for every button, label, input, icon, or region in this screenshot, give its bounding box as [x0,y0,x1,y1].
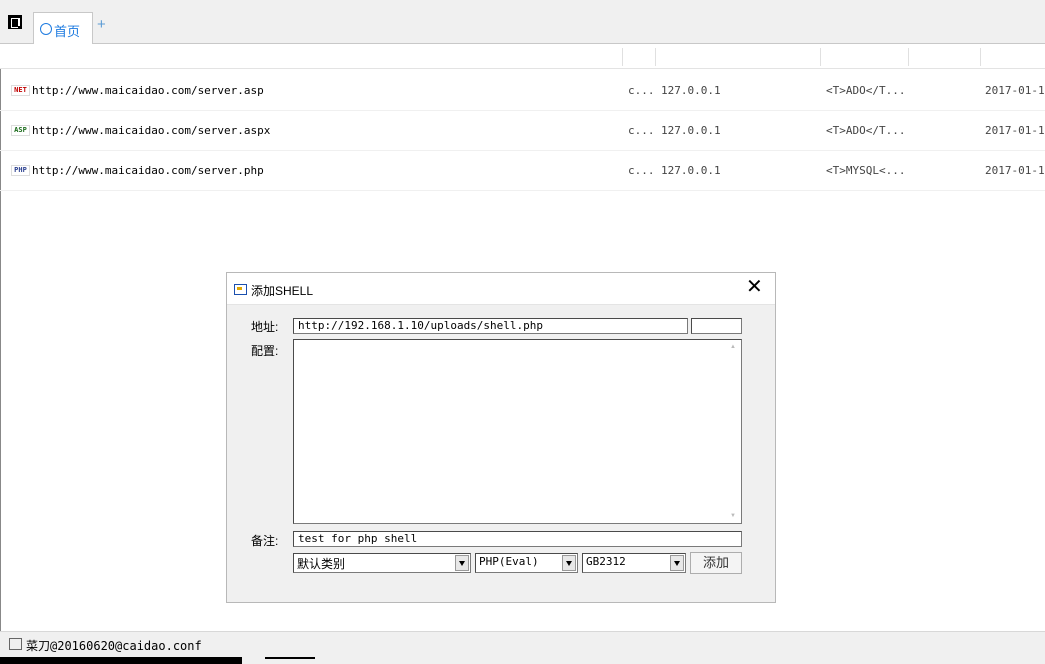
terminal-strip [0,657,242,664]
encoding-value: GB2312 [586,555,626,568]
column-divider[interactable] [622,48,623,66]
home-tab-icon [40,23,52,35]
password-input[interactable] [691,318,742,334]
chevron-down-icon[interactable] [670,555,684,571]
note-label: 备注: [251,534,279,548]
row-date: 2017-01-1 [985,124,1045,137]
column-divider[interactable] [908,48,909,66]
row-col1: c... [628,124,655,137]
row-col1: c... [628,164,655,177]
row-url: http://www.maicaidao.com/server.php [32,164,264,177]
status-bar: 菜刀@20160620@caidao.conf [0,631,1045,658]
chevron-down-icon[interactable] [562,555,576,571]
row-col1: c... [628,84,655,97]
row-url: http://www.maicaidao.com/server.aspx [32,124,271,137]
tab-home-label: 首页 [54,24,81,39]
row-db: <T>ADO</T... [826,84,906,97]
net-type-icon: NET [11,85,30,96]
close-icon[interactable]: ✕ [746,277,763,297]
tab-home[interactable]: 首页 [33,12,93,44]
row-ip: 127.0.0.1 [661,124,721,137]
php-type-icon: PHP [11,165,30,176]
column-divider[interactable] [820,48,821,66]
table-row[interactable]: PHP http://www.maicaidao.com/server.php … [0,150,1045,191]
scroll-up-icon[interactable]: ▲ [730,344,736,350]
dialog-window-icon [234,284,247,295]
add-tab-button[interactable]: + [97,17,106,32]
category-select[interactable]: 默认类别 [293,553,471,573]
dialog-title-bar[interactable]: 添加SHELL ✕ [227,273,775,305]
table-row[interactable]: ASP http://www.maicaidao.com/server.aspx… [0,110,1045,151]
row-db: <T>ADO</T... [826,124,906,137]
table-header [0,44,1045,69]
add-shell-dialog: 添加SHELL ✕ 地址: http://192.168.1.10/upload… [226,272,776,603]
row-ip: 127.0.0.1 [661,164,721,177]
asp-type-icon: ASP [11,125,30,136]
row-db: <T>MYSQL<... [826,164,906,177]
row-ip: 127.0.0.1 [661,84,721,97]
category-value: 默认类别 [297,557,346,571]
table-row[interactable]: NET http://www.maicaidao.com/server.asp … [0,70,1045,111]
config-scrollbar[interactable]: ▲ ▼ [727,342,739,521]
address-input[interactable]: http://192.168.1.10/uploads/shell.php [293,318,688,334]
window-icon [9,638,22,650]
script-type-select[interactable]: PHP(Eval) [475,553,578,573]
bottom-strip [0,657,1045,664]
chevron-down-icon[interactable] [455,555,469,571]
dialog-title: 添加SHELL [251,284,314,298]
app-menu-icon[interactable] [8,15,22,29]
encoding-select[interactable]: GB2312 [582,553,686,573]
config-label: 配置: [251,344,279,358]
address-label: 地址: [251,320,279,334]
scroll-down-icon[interactable]: ▼ [730,513,736,519]
bottom-divider [265,657,315,659]
row-date: 2017-01-1 [985,164,1045,177]
column-divider[interactable] [980,48,981,66]
add-button[interactable]: 添加 [690,552,742,574]
note-input[interactable]: test for php shell [293,531,742,547]
row-date: 2017-01-1 [985,84,1045,97]
status-text: 菜刀@20160620@caidao.conf [26,639,202,653]
row-url: http://www.maicaidao.com/server.asp [32,84,264,97]
config-textarea[interactable]: ▲ ▼ [293,339,742,524]
script-type-value: PHP(Eval) [479,555,539,568]
column-divider[interactable] [655,48,656,66]
tab-bar: 首页 + [0,0,1045,44]
